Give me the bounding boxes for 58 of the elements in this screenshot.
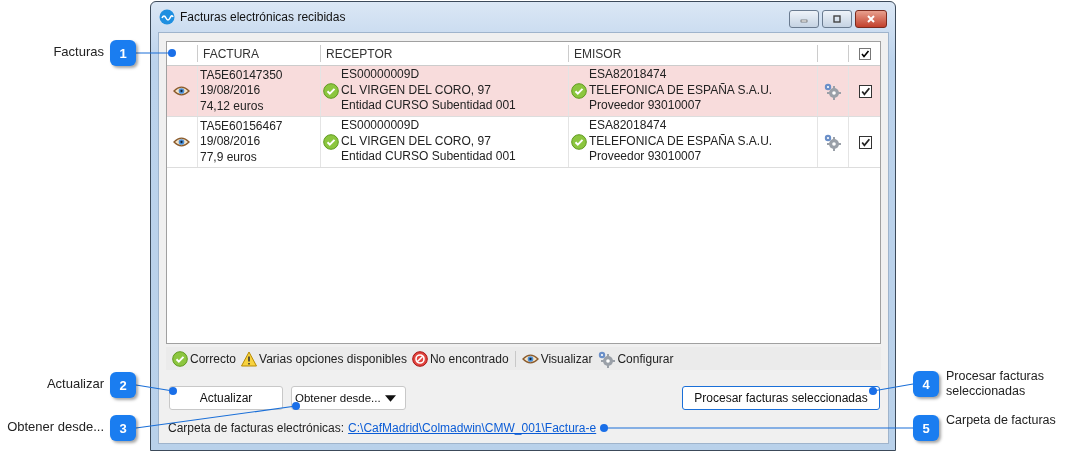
party-details: ESA82018474 TELEFONICA DE ESPAÑA S.A.U. Proveedor 93010007	[589, 67, 773, 114]
check-circle-icon	[571, 83, 587, 99]
maximize-icon	[832, 14, 842, 24]
check-circle-icon	[323, 134, 339, 150]
callout-label: Carpeta de facturas	[946, 413, 1057, 428]
eye-icon	[172, 136, 190, 148]
callout-label: Procesar facturas seleccionadas	[946, 369, 1045, 399]
window-title: Facturas electrónicas recibidas	[180, 10, 346, 24]
leader-line	[135, 49, 176, 57]
minimize-button[interactable]	[789, 10, 819, 28]
callout-label: Facturas	[53, 44, 104, 59]
column-header[interactable]: RECEPTOR	[321, 45, 569, 62]
party-details: ES00000009D CL VIRGEN DEL CORO, 97 Entidad CURSO Subentidad 001	[341, 67, 516, 114]
close-icon	[866, 14, 876, 24]
caret-icon	[384, 394, 396, 402]
party-details: ESA82018474 TELEFONICA DE ESPAÑA S.A.U. Proveedor 93010007	[589, 118, 773, 165]
eye-icon	[521, 352, 539, 365]
invoice-row[interactable]: TA5E60147350 19/08/2016 74,12 euros ES00000009D CL VIRGEN DEL CORO, 97 Entidad CURSO Subentidad 001 ESA82018474 TELEFONICA DE ESPAÑA S.A.U. Proveedor 93010007	[167, 66, 880, 117]
legend-label: Correcto	[190, 351, 236, 366]
invoice-details: TA5E60147350 19/08/2016 74,12 euros	[200, 67, 283, 115]
callout-badge: 4	[913, 371, 939, 397]
row-checkbox[interactable]	[858, 84, 872, 98]
callout-badge: 3	[110, 415, 136, 441]
party-details: ES00000009D CL VIRGEN DEL CORO, 97 Entidad CURSO Subentidad 001	[341, 118, 516, 165]
prohibited-icon	[411, 350, 428, 367]
select-all-checkbox[interactable]	[859, 47, 871, 60]
gears-icon	[823, 82, 841, 100]
check-circle-icon	[571, 134, 587, 150]
invoice-row[interactable]: TA5E60156467 19/08/2016 77,9 euros ES00000009D CL VIRGEN DEL CORO, 97 Entidad CURSO Subentidad 001 ESA82018474 TELEFONICA DE ESPAÑA S.A.U. Proveedor 93010007	[167, 117, 880, 168]
legend-label: Configurar	[617, 351, 674, 366]
callout-badge: 1	[110, 40, 136, 66]
row-checkbox[interactable]	[858, 135, 872, 149]
legend-label: Varias opciones disponibles	[259, 351, 407, 366]
legend-label: Visualizar	[540, 351, 593, 366]
check-circle-icon	[172, 350, 188, 367]
callout-label: Actualizar	[46, 376, 104, 391]
close-button[interactable]	[855, 10, 887, 28]
maximize-button[interactable]	[822, 10, 852, 28]
gears-icon	[597, 349, 616, 368]
callout-badge: 5	[913, 415, 939, 441]
refresh-button[interactable]: Actualizar	[169, 386, 283, 410]
check-circle-icon	[323, 83, 339, 99]
process-button[interactable]: Procesar facturas seleccionadas	[682, 386, 880, 410]
app-logo-icon	[159, 9, 175, 25]
invoice-details: TA5E60156467 19/08/2016 77,9 euros	[200, 118, 283, 166]
dropdown-button[interactable]: Obtener desde...	[291, 386, 406, 410]
folder-link[interactable]: C:\CafMadrid\Colmadwin\CMW_001\Factura-e	[348, 421, 597, 435]
column-header[interactable]: EMISOR	[569, 45, 818, 62]
eye-icon	[172, 85, 190, 97]
gears-icon	[823, 133, 841, 151]
legend-label: No encontrado	[429, 351, 509, 366]
leader-line	[869, 383, 914, 395]
callout-badge: 2	[110, 372, 136, 398]
column-header[interactable]: FACTURA	[198, 45, 321, 62]
warning-icon	[241, 350, 257, 367]
callout-label: Obtener desde...	[7, 419, 104, 434]
folder-label: Carpeta de facturas electrónicas:	[168, 421, 345, 435]
leader-line	[135, 384, 177, 395]
